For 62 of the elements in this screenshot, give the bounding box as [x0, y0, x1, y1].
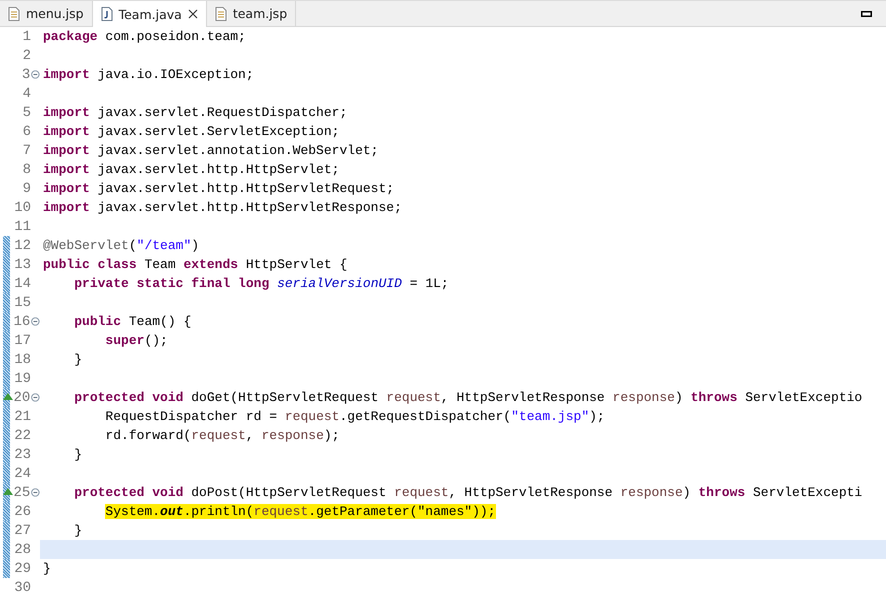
code-line: }	[73, 446, 82, 464]
line-number: 16	[12, 314, 30, 330]
code-line: @WebServlet("/team")	[43, 237, 200, 255]
code-line: import javax.servlet.ServletException;	[43, 123, 340, 141]
line-number: 1	[22, 28, 31, 44]
line-number: 13	[13, 256, 31, 272]
line-number: 23	[13, 446, 31, 462]
line-number: 4	[22, 86, 31, 102]
line-number: 8	[22, 162, 31, 178]
code-line: super();	[104, 332, 168, 350]
line-number: 20	[12, 390, 30, 406]
maximize-icon[interactable]	[861, 10, 872, 16]
line-number: 19	[13, 370, 31, 386]
line-number: 17	[13, 332, 31, 348]
code-line: import java.io.IOException;	[43, 66, 254, 84]
line-number: 24	[13, 466, 31, 482]
line-number: 18	[13, 352, 31, 368]
code-line: import javax.servlet.http.HttpServletRequest;	[43, 180, 394, 198]
document-icon	[214, 6, 227, 20]
collapse-icon[interactable]	[31, 393, 40, 402]
code-line: public Team() {	[73, 313, 192, 331]
close-icon[interactable]	[188, 9, 198, 19]
code-line: protected void doGet(HttpServletRequest request, HttpServletResponse response) throws ServletExceptio	[73, 389, 862, 407]
line-number: 3	[20, 66, 30, 82]
line-number: 28	[13, 542, 31, 558]
line-number: 7	[22, 142, 31, 158]
line-number: 22	[13, 428, 31, 444]
line-number: 6	[22, 124, 31, 140]
line-number: 9	[22, 180, 31, 196]
line-number: 10	[13, 200, 31, 216]
line-number: 26	[13, 504, 31, 520]
document-icon	[8, 6, 20, 20]
line-number: 5	[22, 104, 31, 120]
collapse-icon[interactable]	[31, 317, 40, 326]
code-line: }	[73, 522, 82, 540]
code-line: System.out.println(request.getParameter("names"));	[104, 503, 496, 521]
code-line: private static final long serialVersionUID = 1L;	[73, 275, 449, 293]
code-line: package com.poseidon.team;	[43, 28, 246, 46]
code-line: import javax.servlet.http.HttpServlet;	[43, 161, 340, 179]
code-line: }	[43, 560, 51, 578]
line-number: 29	[13, 560, 31, 576]
line-number: 15	[13, 294, 31, 310]
line-number: 12	[13, 238, 31, 254]
line-number: 27	[13, 522, 31, 538]
code-line: }	[73, 351, 82, 369]
line-number: 11	[13, 218, 31, 234]
code-line: import javax.servlet.RequestDispatcher;	[43, 104, 348, 122]
collapse-icon[interactable]	[31, 488, 40, 497]
java-file-icon	[100, 7, 113, 21]
code-line: RequestDispatcher rd = request.getRequestDispatcher("team.jsp");	[104, 408, 605, 426]
line-number: 25	[12, 484, 30, 500]
line-number: 21	[13, 408, 31, 424]
line-number: 2	[22, 48, 31, 64]
editor-tab[interactable]: Team.java	[92, 1, 207, 27]
code-line: protected void doPost(HttpServletRequest request, HttpServletResponse response) throws ServletExcepti	[73, 484, 862, 502]
code-line: import javax.servlet.annotation.WebServlet;	[43, 142, 378, 160]
code-line: public class Team extends HttpServlet {	[43, 256, 348, 274]
collapse-icon[interactable]	[31, 70, 40, 79]
line-number: 14	[13, 276, 31, 292]
code-line: import javax.servlet.http.HttpServletResponse;	[43, 199, 402, 217]
line-number: 30	[13, 580, 31, 596]
code-line: rd.forward(request, response);	[104, 427, 340, 445]
